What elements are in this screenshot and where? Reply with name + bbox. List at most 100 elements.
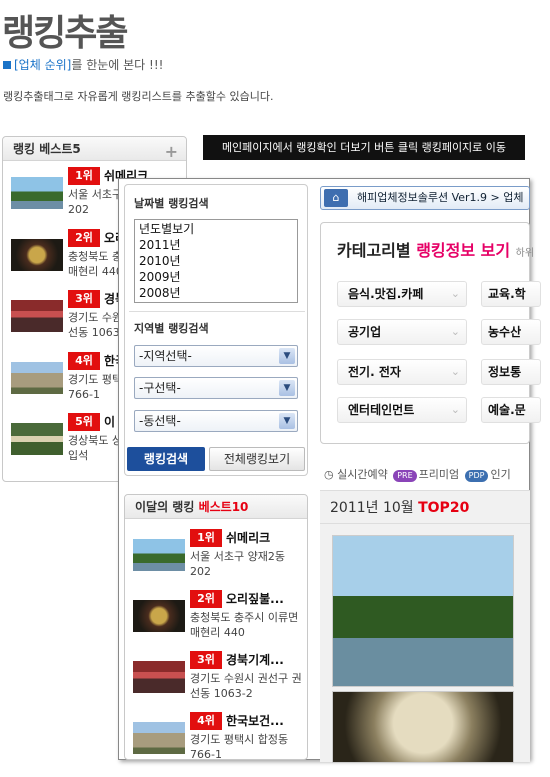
year-listbox[interactable]: 년도별보기 2011년 2010년 2009년 2008년	[134, 219, 298, 303]
best5-header: 랭킹 베스트5 +	[3, 137, 186, 161]
home-icon[interactable]: ⌂	[324, 189, 348, 207]
monthly-title-highlight: 베스트10	[198, 500, 249, 514]
thumbnail-image[interactable]	[133, 661, 185, 693]
category-button-electric[interactable]: 전기. 전자 ⌄	[337, 359, 467, 385]
subtitle-rest: 를 한눈에 본다 !!!	[71, 58, 164, 72]
region-select[interactable]: -지역선택- ▼	[134, 345, 298, 367]
category-button-it[interactable]: 정보통	[481, 359, 541, 385]
list-item[interactable]: 1위 쉬메리크 서울 서초구 양재2동 202	[133, 529, 305, 587]
chevron-down-icon[interactable]: ▼	[279, 413, 295, 429]
chevron-down-icon[interactable]: ▼	[279, 380, 295, 396]
item-address: 경기도 평택시 합정동 766-1	[190, 733, 289, 761]
subtitle-highlight: [업체 순위]	[14, 58, 72, 72]
info-banner: 메인페이지에서 랭킹확인 더보기 버튼 클릭 랭킹페이지로 이동	[203, 135, 525, 160]
page-subtitle: [업체 순위]를 한눈에 본다 !!!	[3, 56, 163, 73]
list-item[interactable]: 4위 한국보건... 경기도 평택시 합정동 766-1	[133, 712, 305, 770]
year-option[interactable]: 년도별보기	[139, 221, 293, 237]
page-title: 랭킹추출	[2, 13, 128, 54]
thumbnail-image[interactable]	[133, 539, 185, 571]
category-button-food[interactable]: 음식.맛집.카페 ⌄	[337, 281, 467, 307]
category-button-agriculture[interactable]: 농수산	[481, 319, 541, 345]
monthly-header: 이달의 랭킹 베스트10	[125, 495, 307, 519]
legend: ◷ 실시간예약 PRE 프리미엄 PDP 인기	[324, 466, 511, 482]
ranking-search-button[interactable]: 랭킹검색	[127, 447, 205, 471]
bullet-icon	[3, 61, 11, 69]
region-search-label: 지역별 랭킹검색	[134, 322, 209, 335]
dong-select-value: -동선택-	[139, 414, 181, 428]
item-name[interactable]: 경북기계...	[226, 651, 284, 668]
legend-popular: 인기	[490, 468, 511, 481]
category-title-prefix: 카테고리별	[337, 241, 411, 260]
category-button-education[interactable]: 교육.학	[481, 281, 541, 307]
year-option[interactable]: 2010년	[139, 253, 293, 269]
item-name[interactable]: 오리짚불...	[226, 590, 284, 607]
top20-panel: 2011년 10월 TOP20	[320, 490, 530, 763]
divider	[320, 523, 530, 524]
thumbnail-image[interactable]	[11, 423, 63, 455]
chevron-down-icon: ⌄	[450, 365, 460, 378]
category-button-public[interactable]: 공기업 ⌄	[337, 319, 467, 345]
category-title-highlight: 랭킹정보 보기	[416, 241, 511, 260]
top20-month: 2011년 10월	[330, 500, 414, 516]
top20-image-1[interactable]	[332, 535, 514, 687]
item-name[interactable]: 한국보건...	[226, 712, 284, 729]
legend-premium: 프리미엄	[418, 468, 460, 481]
rank-badge: 4위	[68, 352, 100, 370]
divider	[129, 311, 305, 312]
thumbnail-image[interactable]	[133, 600, 185, 632]
rank-badge: 2위	[190, 590, 222, 608]
rank-badge: 1위	[190, 529, 222, 547]
category-box: 카테고리별 랭킹정보 보기 하위 음식.맛집.카페 ⌄ 공기업 ⌄ 전기. 전자 ⌄ …	[320, 222, 541, 444]
item-address: 충청북도 충주시 이류면 매현리 440	[190, 611, 299, 639]
thumbnail-image[interactable]	[11, 300, 63, 332]
year-option[interactable]: 2008년	[139, 285, 293, 301]
year-option[interactable]: 2011년	[139, 237, 293, 253]
monthly-best10-panel: 이달의 랭킹 베스트10 1위 쉬메리크 서울 서초구 양재2동 202 2위 …	[124, 494, 308, 761]
ranking-search-box: 날짜별 랭킹검색 년도별보기 2011년 2010년 2009년 2008년 지…	[124, 184, 308, 476]
breadcrumb: ⌂ 해피업체정보솔루션 Ver1.9 > 업체	[320, 186, 530, 210]
rank-badge: 2위	[68, 229, 100, 247]
chevron-down-icon: ⌄	[450, 287, 460, 300]
legend-realtime: 실시간예약	[337, 468, 388, 481]
gu-select-value: -구선택-	[139, 381, 181, 395]
breadcrumb-path[interactable]: 해피업체정보솔루션 Ver1.9 > 업체	[357, 191, 523, 204]
list-item[interactable]: 3위 경북기계... 경기도 수원시 권선구 권선동 1063-2	[133, 651, 305, 709]
rank-badge: 4위	[190, 712, 222, 730]
rank-badge: 5위	[68, 413, 100, 431]
dong-select[interactable]: -동선택- ▼	[134, 410, 298, 432]
date-search-label: 날짜별 랭킹검색	[134, 197, 209, 210]
chevron-down-icon[interactable]: ▼	[279, 348, 295, 364]
thumbnail-image[interactable]	[133, 722, 185, 754]
plus-icon[interactable]: +	[165, 140, 178, 164]
rank-badge: 3위	[190, 651, 222, 669]
gu-select[interactable]: -구선택- ▼	[134, 377, 298, 399]
category-title: 카테고리별 랭킹정보 보기 하위	[337, 237, 534, 261]
item-address: 서울 서초구 양재2동 202	[190, 550, 285, 578]
rank-badge: 1위	[68, 167, 100, 185]
rank-badge: 3위	[68, 290, 100, 308]
item-name[interactable]: 이	[104, 413, 115, 430]
chevron-down-icon: ⌄	[450, 325, 460, 338]
category-button-art[interactable]: 예술.문	[481, 397, 541, 423]
region-select-value: -지역선택-	[139, 349, 192, 363]
top20-image-2[interactable]	[332, 691, 514, 763]
best5-title: 랭킹 베스트5	[13, 142, 81, 156]
monthly-title-prefix: 이달의 랭킹	[135, 500, 195, 514]
category-title-small: 하위	[515, 248, 535, 259]
year-option[interactable]: 2009년	[139, 269, 293, 285]
item-address: 경기도 수원시 권선구 권선동 1063-2	[190, 672, 302, 700]
top20-label: TOP20	[418, 500, 470, 516]
clock-icon: ◷	[324, 468, 334, 481]
list-item[interactable]: 2위 오리짚불... 충청북도 충주시 이류면 매현리 440	[133, 590, 305, 648]
top20-title: 2011년 10월 TOP20	[330, 497, 469, 517]
chevron-down-icon: ⌄	[450, 403, 460, 416]
pre-badge: PRE	[393, 470, 417, 482]
category-button-entertainment[interactable]: 엔터테인먼트 ⌄	[337, 397, 467, 423]
all-ranking-button[interactable]: 전체랭킹보기	[209, 447, 305, 471]
pdp-badge: PDP	[464, 470, 489, 482]
page-description: 랭킹추출태그로 자유롭게 랭킹리스트를 추출할수 있습니다.	[3, 90, 274, 103]
thumbnail-image[interactable]	[11, 239, 63, 271]
thumbnail-image[interactable]	[11, 362, 63, 394]
thumbnail-image[interactable]	[11, 177, 63, 209]
item-name[interactable]: 쉬메리크	[226, 529, 270, 546]
